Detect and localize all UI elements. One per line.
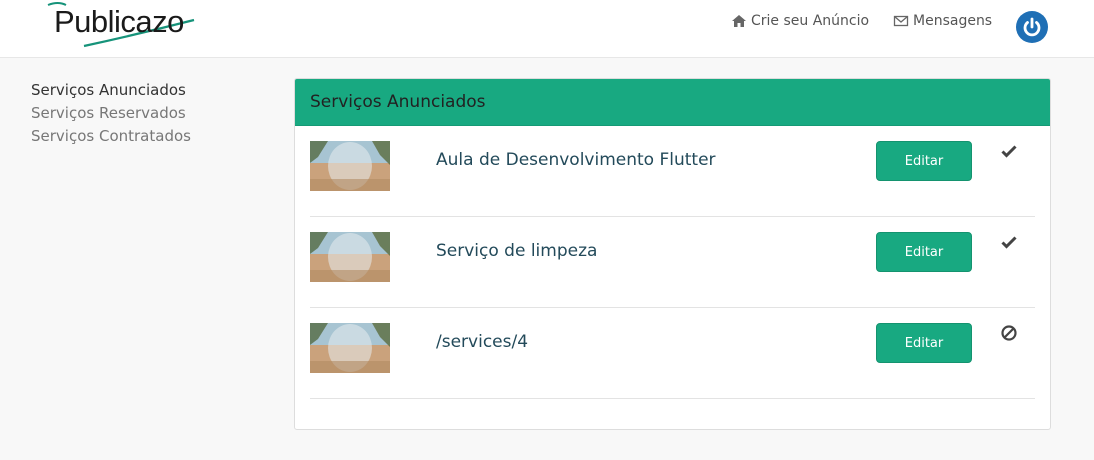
panel-heading: Serviços Anunciados bbox=[295, 79, 1050, 126]
logout-button[interactable] bbox=[1016, 11, 1048, 43]
sidebar-item-contracted[interactable]: Serviços Contratados bbox=[31, 125, 191, 148]
sidebar-item-advertised[interactable]: Serviços Anunciados bbox=[31, 79, 191, 102]
home-icon bbox=[731, 14, 747, 28]
top-navbar: Publicazo Crie seu Anúncio Mensagens bbox=[0, 0, 1094, 58]
create-ad-label: Crie seu Anúncio bbox=[751, 13, 870, 29]
panel-title: Serviços Anunciados bbox=[310, 92, 486, 112]
envelope-icon bbox=[893, 14, 909, 28]
service-thumbnail bbox=[310, 141, 390, 191]
service-title[interactable]: Serviço de limpeza bbox=[436, 241, 597, 261]
check-icon bbox=[1000, 142, 1018, 160]
messages-link[interactable]: Mensagens bbox=[893, 12, 992, 30]
brand-name: Publicazo bbox=[54, 4, 184, 39]
services-panel: Serviços Anunciados Aula de Desenvolvime… bbox=[294, 78, 1051, 430]
edit-button[interactable]: Editar bbox=[876, 323, 972, 363]
check-icon bbox=[1000, 233, 1018, 251]
create-ad-link[interactable]: Crie seu Anúncio bbox=[731, 12, 869, 30]
brand-logo[interactable]: Publicazo bbox=[44, 0, 204, 52]
service-title[interactable]: /services/4 bbox=[436, 332, 528, 352]
edit-button[interactable]: Editar bbox=[876, 232, 972, 272]
sidebar-item-reserved[interactable]: Serviços Reservados bbox=[31, 102, 191, 125]
power-icon bbox=[1023, 17, 1041, 37]
messages-label: Mensagens bbox=[913, 13, 993, 29]
service-thumbnail bbox=[310, 323, 390, 373]
service-row: /services/4 Editar bbox=[310, 308, 1035, 399]
service-row: Serviço de limpeza Editar bbox=[310, 217, 1035, 308]
service-row: Aula de Desenvolvimento Flutter Editar bbox=[310, 126, 1035, 217]
sidebar-menu: Serviços Anunciados Serviços Reservados … bbox=[31, 79, 191, 148]
ban-icon bbox=[1000, 324, 1018, 342]
edit-button[interactable]: Editar bbox=[876, 141, 972, 181]
service-title[interactable]: Aula de Desenvolvimento Flutter bbox=[436, 150, 716, 170]
service-thumbnail bbox=[310, 232, 390, 282]
